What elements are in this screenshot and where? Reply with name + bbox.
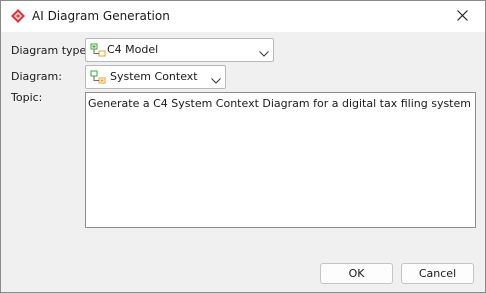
close-button[interactable]	[439, 1, 485, 32]
topic-textarea[interactable]: Generate a C4 System Context Diagram for…	[85, 92, 476, 228]
window-title: AI Diagram Generation	[32, 9, 170, 23]
diagram-dropdown[interactable]: System Context	[85, 65, 226, 89]
app-logo-icon	[10, 8, 26, 24]
diagram-type-value: C4 Model	[107, 43, 159, 56]
dialog-window: AI Diagram Generation Diagram type: C4 M…	[0, 0, 486, 293]
c4-model-icon	[90, 42, 106, 58]
chevron-down-icon	[259, 47, 269, 57]
chevron-down-icon	[211, 74, 221, 84]
cancel-button[interactable]: Cancel	[401, 263, 474, 284]
diagram-type-dropdown[interactable]: C4 Model	[85, 38, 274, 62]
topic-label: Topic:	[11, 91, 43, 104]
ok-button[interactable]: OK	[320, 263, 393, 284]
system-context-icon	[90, 69, 106, 85]
close-icon	[456, 9, 468, 24]
diagram-label: Diagram:	[11, 70, 62, 83]
title-bar[interactable]: AI Diagram Generation	[1, 1, 485, 32]
diagram-type-label: Diagram type:	[11, 44, 91, 57]
diagram-value: System Context	[110, 70, 198, 83]
